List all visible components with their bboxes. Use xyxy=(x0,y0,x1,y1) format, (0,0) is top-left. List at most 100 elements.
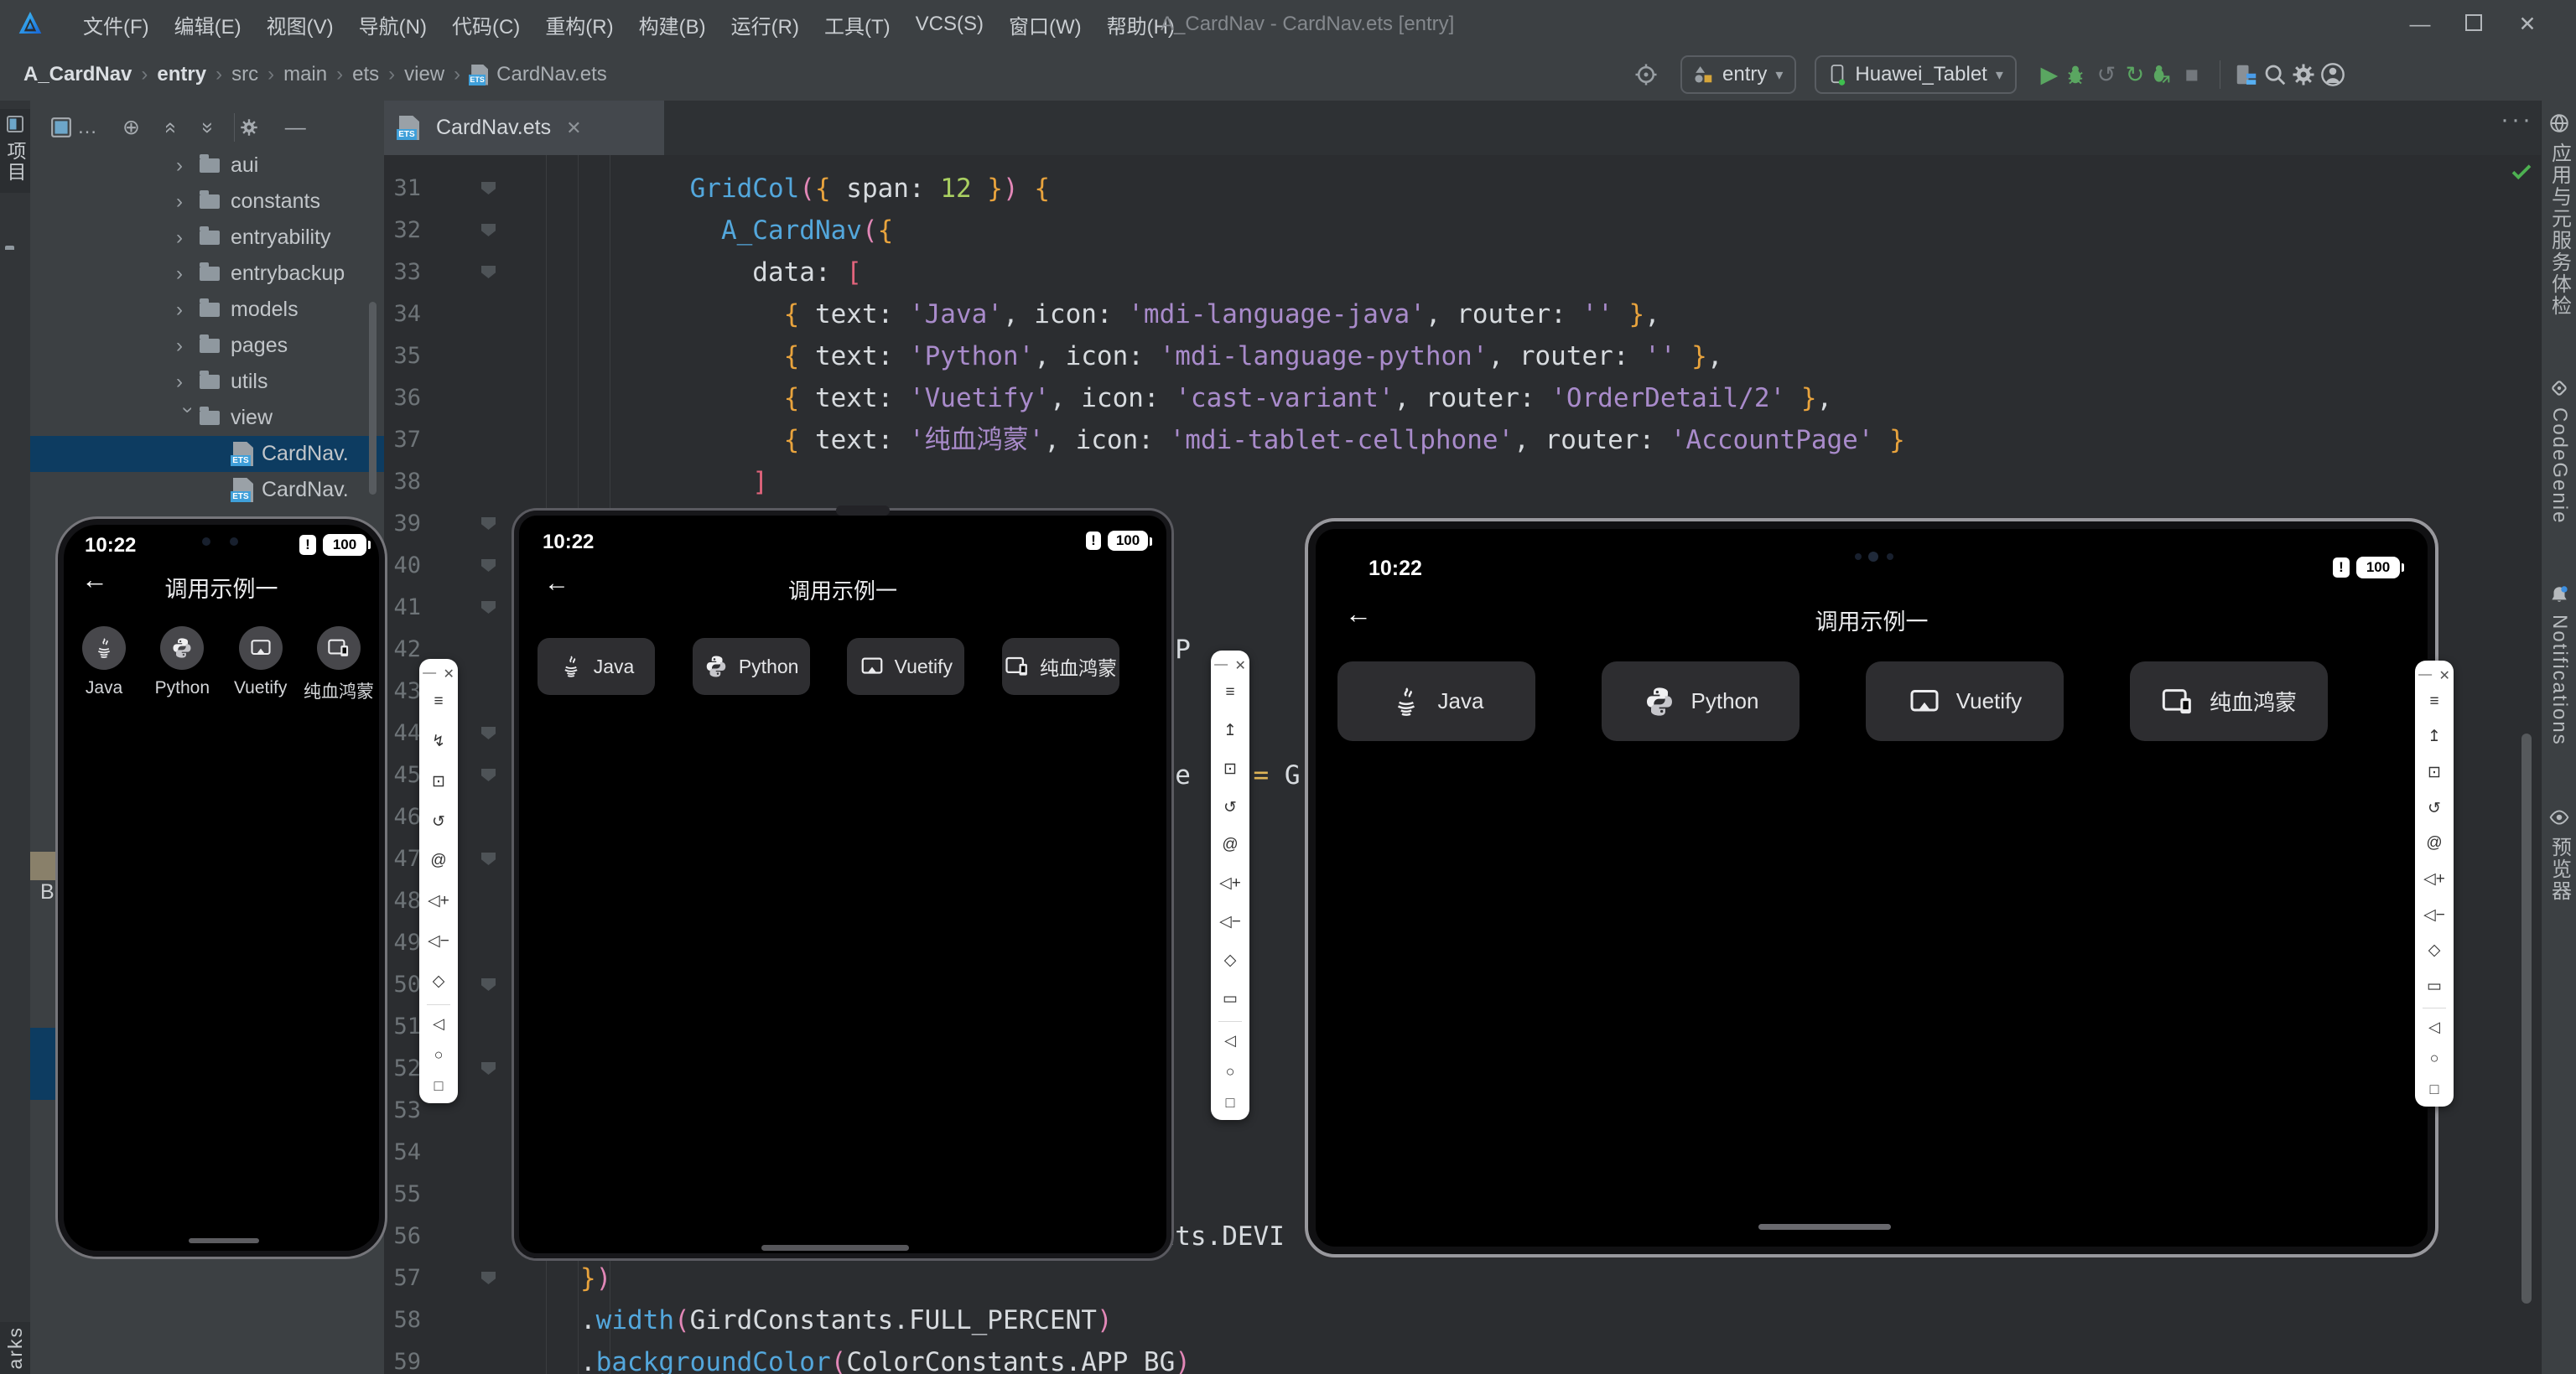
tree-row[interactable]: ›view xyxy=(30,400,384,436)
expand-all-icon[interactable]: « xyxy=(165,116,177,140)
line-number[interactable]: 54 xyxy=(384,1132,421,1174)
line-number[interactable]: 43 xyxy=(384,671,421,713)
screenshot-icon[interactable]: ▭ xyxy=(2427,977,2442,996)
code-line[interactable]: { text: '纯血鸿蒙', icon: 'mdi-tablet-cellph… xyxy=(533,419,1905,461)
recents-icon[interactable]: □ xyxy=(2430,1081,2439,1098)
tree-row[interactable]: ›models xyxy=(30,292,384,328)
code-line[interactable]: { text: 'Vuetify', icon: 'cast-variant',… xyxy=(533,377,1832,419)
nav-card[interactable]: Vuetify xyxy=(847,638,964,695)
nav-card[interactable]: Vuetify xyxy=(1866,661,2064,741)
flash-icon[interactable]: ↯ xyxy=(432,732,445,751)
menu-item[interactable]: 构建(B) xyxy=(626,10,719,39)
close-button[interactable]: ✕ xyxy=(2501,12,2554,37)
menu-item[interactable]: 运行(R) xyxy=(719,10,812,39)
breadcrumb-item[interactable]: A_CardNav xyxy=(23,63,132,86)
line-number[interactable]: 38 xyxy=(384,461,421,503)
maximize-button[interactable] xyxy=(2447,13,2501,37)
line-number[interactable]: 46 xyxy=(384,796,421,838)
sidebar-tab-codegenie[interactable]: CodeGenie xyxy=(2542,366,2576,524)
fold-marker-icon[interactable] xyxy=(481,266,496,278)
home-icon[interactable]: ○ xyxy=(1226,1063,1235,1081)
line-number[interactable]: 32 xyxy=(384,210,421,251)
fold-marker-icon[interactable] xyxy=(481,1062,496,1075)
sidebar-tab-bookmarks[interactable]: arks xyxy=(0,1322,30,1374)
line-number[interactable]: 55 xyxy=(384,1174,421,1216)
fold-marker-icon[interactable] xyxy=(481,727,496,739)
locate-icon[interactable] xyxy=(1633,62,1662,87)
line-number[interactable]: 35 xyxy=(384,335,421,377)
chevron-collapsed-icon[interactable]: › xyxy=(176,262,200,286)
rotate-icon[interactable]: ↺ xyxy=(1223,798,1237,817)
editor-tab-cardnav[interactable]: ETS CardNav.ets ✕ xyxy=(384,101,664,155)
back-tri-icon[interactable]: ◁ xyxy=(1224,1032,1236,1050)
fold-marker-icon[interactable] xyxy=(481,601,496,614)
recents-icon[interactable]: □ xyxy=(434,1077,444,1095)
menu-item[interactable]: 代码(C) xyxy=(439,10,532,39)
panel-settings-gear-icon[interactable] xyxy=(238,117,260,138)
chevron-collapsed-icon[interactable]: › xyxy=(176,298,200,322)
recents-icon[interactable]: □ xyxy=(1226,1094,1235,1112)
menu-item[interactable]: 编辑(E) xyxy=(162,10,254,39)
line-number[interactable]: 59 xyxy=(384,1341,421,1374)
nav-card[interactable]: Python xyxy=(693,638,810,695)
close-tab-icon[interactable]: ✕ xyxy=(566,117,581,139)
crop-icon[interactable]: ⊡ xyxy=(432,772,445,791)
breadcrumb-file[interactable]: CardNav.ets xyxy=(496,63,607,86)
nav-card[interactable]: Java xyxy=(1337,661,1535,741)
chevron-collapsed-icon[interactable]: › xyxy=(176,371,200,394)
collapse-all-icon[interactable]: » xyxy=(202,116,214,140)
minimize-icon[interactable]: — xyxy=(423,666,436,682)
line-number[interactable]: 56 xyxy=(384,1216,421,1257)
minimize-icon[interactable]: — xyxy=(1214,657,1228,674)
shake-icon[interactable]: ◇ xyxy=(1224,951,1237,970)
chevron-collapsed-icon[interactable]: › xyxy=(176,334,200,358)
device-select[interactable]: Huawei_Tablet ▾ xyxy=(1815,55,2016,94)
breadcrumb-item[interactable]: main xyxy=(283,63,327,86)
line-number[interactable]: 39 xyxy=(384,503,421,545)
menu-item[interactable]: 窗口(W) xyxy=(996,10,1094,39)
line-number[interactable]: 50 xyxy=(384,964,421,1006)
nav-card[interactable]: 纯血鸿蒙 xyxy=(1002,638,1119,695)
upload-icon[interactable]: ↥ xyxy=(2428,727,2441,746)
upload-icon[interactable]: ↥ xyxy=(1223,721,1237,740)
vol-up-icon[interactable]: ◁+ xyxy=(1219,874,1241,893)
back-tri-icon[interactable]: ◁ xyxy=(2428,1019,2440,1036)
close-icon[interactable]: ✕ xyxy=(1234,657,1245,674)
attach-debugger-icon[interactable]: ↺ xyxy=(2092,62,2121,88)
fold-marker-icon[interactable] xyxy=(481,517,496,530)
settings-gear-icon[interactable] xyxy=(2291,62,2319,87)
crop-icon[interactable]: ⊡ xyxy=(1223,760,1237,779)
line-number[interactable]: 49 xyxy=(384,922,421,964)
line-number[interactable]: 51 xyxy=(384,1006,421,1048)
line-number[interactable]: 52 xyxy=(384,1048,421,1090)
back-tri-icon[interactable]: ◁ xyxy=(433,1015,444,1033)
line-number[interactable]: 40 xyxy=(384,545,421,587)
line-number[interactable]: 58 xyxy=(384,1299,421,1341)
menu-icon[interactable]: ≡ xyxy=(434,692,443,711)
breadcrumb-item[interactable]: entry xyxy=(157,63,206,86)
screenshot-icon[interactable]: ▭ xyxy=(1223,989,1238,1008)
tree-row[interactable]: ETSCardNav. xyxy=(30,436,384,472)
line-number[interactable]: 31 xyxy=(384,168,421,210)
profiler-icon[interactable] xyxy=(2234,62,2262,87)
chevron-collapsed-icon[interactable]: › xyxy=(176,226,200,250)
line-number[interactable]: 41 xyxy=(384,587,421,629)
chevron-collapsed-icon[interactable]: › xyxy=(176,190,200,214)
code-line[interactable]: { text: 'Python', icon: 'mdi-language-py… xyxy=(533,335,1723,377)
line-number[interactable]: 44 xyxy=(384,713,421,754)
home-indicator[interactable] xyxy=(1758,1224,1891,1230)
close-icon[interactable]: ✕ xyxy=(2438,667,2449,684)
line-number[interactable]: 36 xyxy=(384,377,421,419)
code-line[interactable]: .width(GirdConstants.FULL_PERCENT) xyxy=(533,1299,1113,1341)
tree-row[interactable]: ›utils xyxy=(30,364,384,400)
line-number[interactable]: 33 xyxy=(384,251,421,293)
sidebar-tab-project[interactable]: 项目 xyxy=(0,109,30,193)
tree-row[interactable]: ›aui xyxy=(30,148,384,184)
menu-item[interactable]: 重构(R) xyxy=(532,10,626,39)
tree-row[interactable]: ›entryability xyxy=(30,220,384,256)
stop-button[interactable]: ■ xyxy=(2178,62,2206,88)
fold-marker-icon[interactable] xyxy=(481,1272,496,1284)
breadcrumb-item[interactable]: view xyxy=(404,63,444,86)
line-number[interactable]: 47 xyxy=(384,838,421,880)
vol-down-icon[interactable]: ◁− xyxy=(2423,905,2445,925)
